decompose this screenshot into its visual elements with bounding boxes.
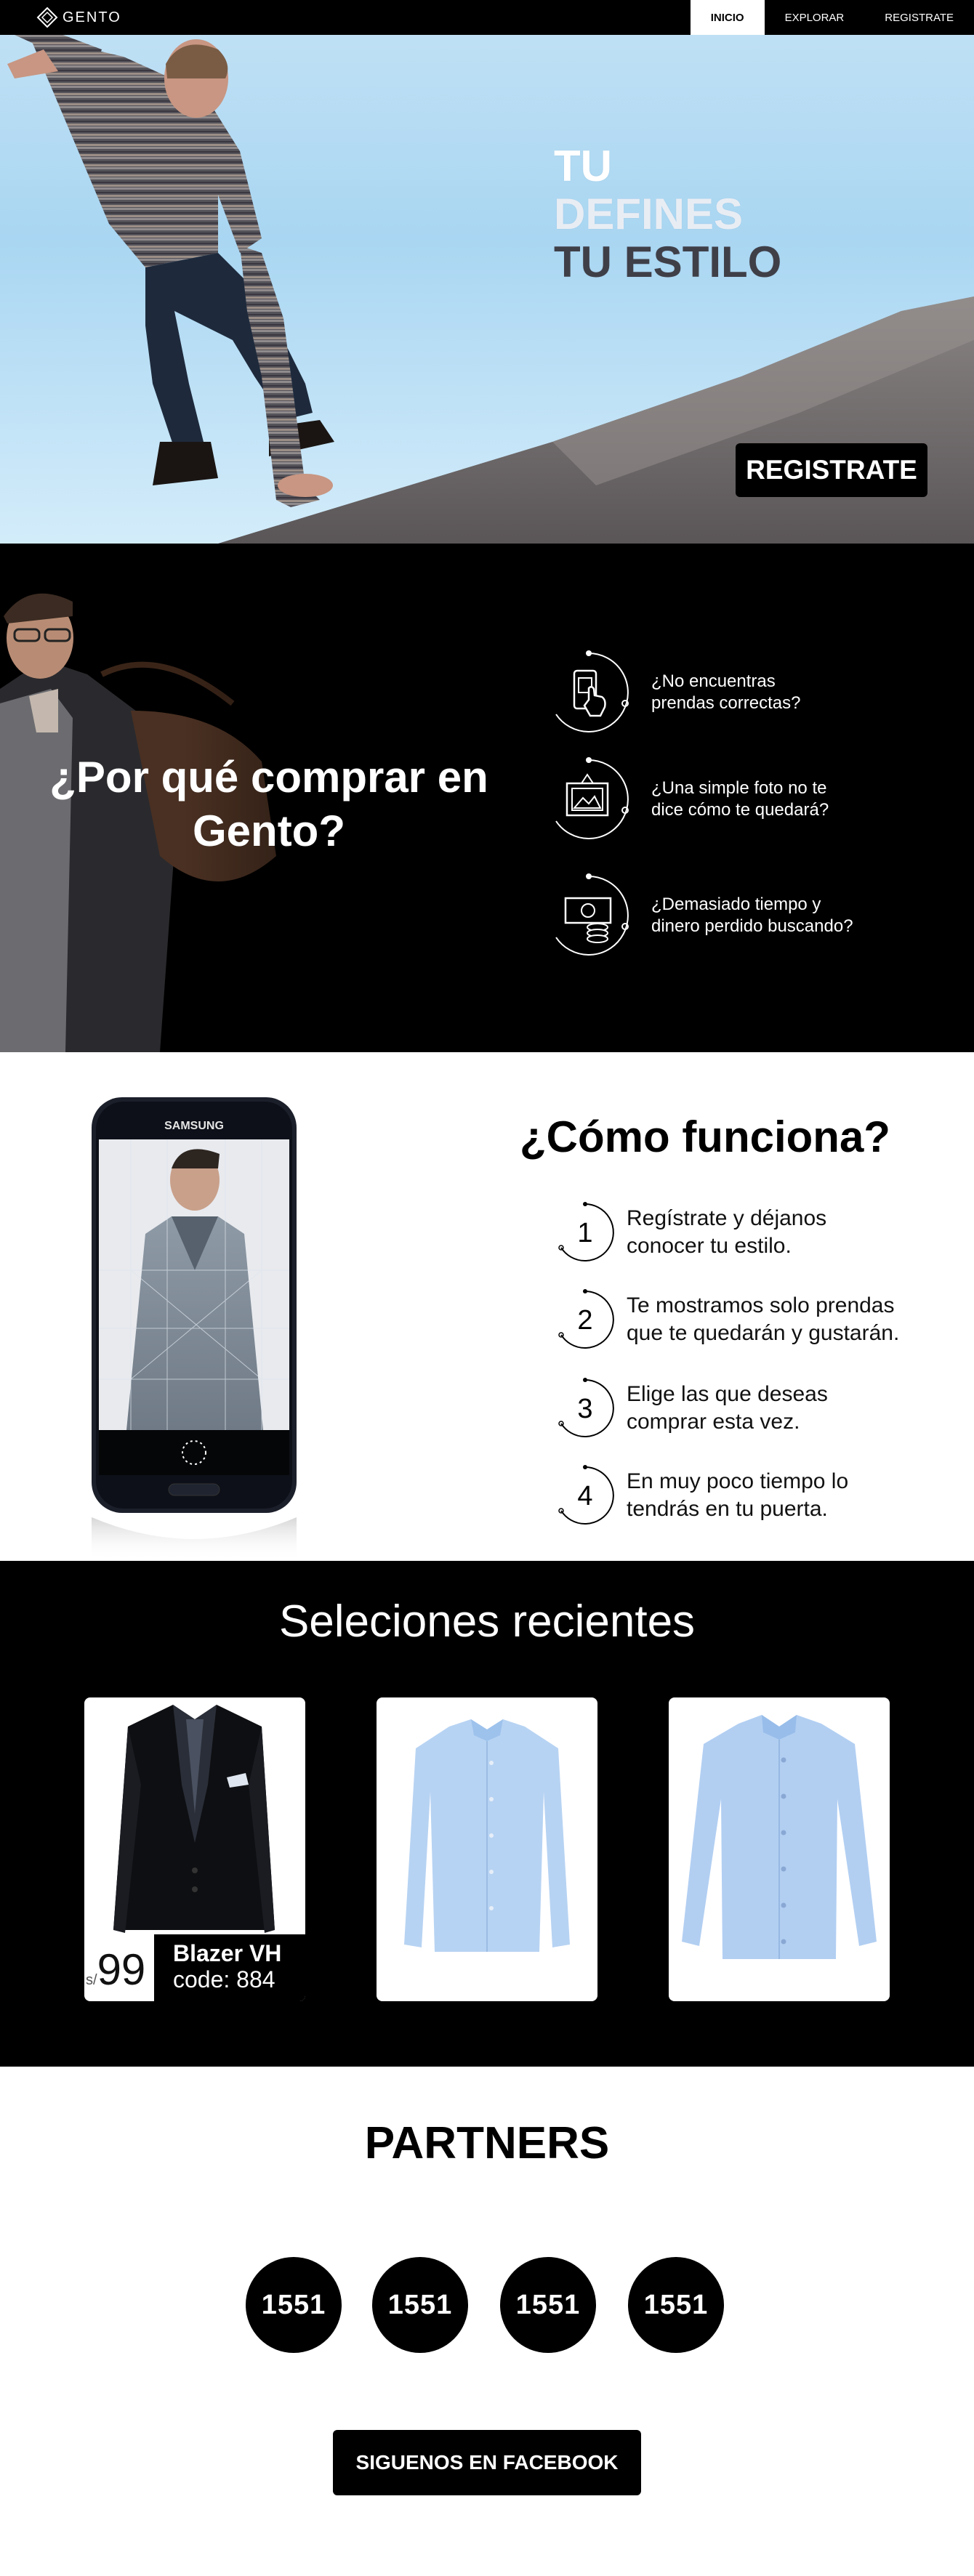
phone-touch-icon <box>555 650 629 732</box>
hero-title-line2: DEFINES <box>554 190 744 238</box>
hero-title-line3: TU ESTILO <box>554 238 782 286</box>
step-2: 2 Te mostramos solo prendas que te queda… <box>554 1283 932 1356</box>
step-number-circle-icon: 4 <box>558 1465 614 1525</box>
why-item-3: ¿Demasiado tiempo y dinero perdido busca… <box>545 872 923 959</box>
light-blue-shirt-image <box>404 1719 570 1952</box>
follow-facebook-button[interactable]: SIGUENOS EN FACEBOOK <box>333 2430 641 2495</box>
nav-menu: INICIO EXPLORAR REGISTRATE <box>690 0 974 35</box>
step-4-number: 4 <box>577 1481 592 1511</box>
step-4: 4 En muy poco tiempo lo tendrás en tu pu… <box>554 1459 932 1532</box>
why-title: ¿Por qué comprar en Gento? <box>49 753 488 855</box>
step-3-text: Elige las que deseas comprar esta vez. <box>627 1382 828 1434</box>
price-value: 99 <box>97 1945 146 1994</box>
nav-item-explorar[interactable]: EXPLORAR <box>765 0 865 35</box>
step-1: 1 Regístrate y déjanos conocer tu estilo… <box>554 1196 932 1269</box>
step-4-text: En muy poco tiempo lo tendrás en tu puer… <box>627 1469 849 1521</box>
step-2-text: Te mostramos solo prendas que te quedará… <box>627 1293 900 1345</box>
product-card-2[interactable] <box>377 1697 597 2001</box>
picture-frame-icon <box>555 757 629 839</box>
why-section: ¿Por qué comprar en Gento? ¿No encuentra… <box>0 544 974 1052</box>
partners-title: PARTNERS <box>364 2118 610 2168</box>
money-icon <box>555 873 629 956</box>
nav-item-inicio[interactable]: INICIO <box>690 0 765 35</box>
recent-title: Seleciones recientes <box>278 1596 696 1647</box>
partner-logo-2[interactable]: 1551 <box>372 2257 468 2353</box>
hero-title: TU DEFINES TU ESTILO <box>554 142 845 286</box>
step-number-circle-icon: 1 <box>558 1202 614 1261</box>
how-it-works-section: SAMSUNG ¿Cómo funciona? 1 Regístrate y d… <box>0 1052 974 1561</box>
fitted-light-blue-shirt-image <box>682 1715 877 1959</box>
partners-section: PARTNERS 1551 1551 1551 1551 SIGUENOS EN… <box>0 2067 974 2576</box>
product-card-3[interactable] <box>669 1697 890 2001</box>
step-number-circle-icon: 3 <box>558 1378 614 1437</box>
partner-logo-4[interactable]: 1551 <box>628 2257 724 2353</box>
hero-section: TU DEFINES TU ESTILO REGISTRATE <box>0 35 974 544</box>
why-item-1-text: ¿No encuentras prendas correctas? <box>651 671 801 713</box>
nav-item-registrate[interactable]: REGISTRATE <box>864 0 974 35</box>
smartphone-image: SAMSUNG <box>92 1097 297 1561</box>
product-1-code: code: 884 <box>173 1966 275 1992</box>
price-currency: s/ <box>86 1972 97 1988</box>
product-1-name: Blazer VH <box>173 1940 282 1966</box>
diamond-logo-icon <box>36 7 58 28</box>
why-item-2: ¿Una simple foto no te dice cómo te qued… <box>545 756 923 843</box>
why-item-1: ¿No encuentras prendas correctas? <box>545 649 923 736</box>
step-3: 3 Elige las que deseas comprar esta vez. <box>554 1372 932 1445</box>
hero-title-line1: TU <box>554 142 612 190</box>
product-1-price: s/ 99 <box>86 1945 145 1995</box>
partner-logo-1[interactable]: 1551 <box>246 2257 342 2353</box>
step-3-number: 3 <box>577 1394 592 1424</box>
step-2-number: 2 <box>577 1305 592 1336</box>
product-1-info: Blazer VH code: 884 <box>154 1934 305 2001</box>
product-card-1[interactable]: s/ 99 Blazer VH code: 884 <box>84 1697 305 2001</box>
brand-name: GENTO <box>63 9 121 25</box>
phone-brand-text: SAMSUNG <box>164 1120 224 1132</box>
brand-logo[interactable]: GENTO <box>36 6 121 29</box>
how-title: ¿Cómo funciona? <box>520 1113 890 1161</box>
partner-logo-3[interactable]: 1551 <box>500 2257 596 2353</box>
register-button[interactable]: REGISTRATE <box>736 443 927 497</box>
recent-selections-section: Seleciones recientes s/ 99 Blazer VH cod… <box>0 1561 974 2067</box>
step-number-circle-icon: 2 <box>558 1289 614 1349</box>
step-1-number: 1 <box>577 1218 592 1248</box>
step-1-text: Regístrate y déjanos conocer tu estilo. <box>627 1206 827 1258</box>
top-navbar: GENTO INICIO EXPLORAR REGISTRATE <box>0 0 974 35</box>
why-item-2-text: ¿Una simple foto no te dice cómo te qued… <box>651 778 829 820</box>
why-item-3-text: ¿Demasiado tiempo y dinero perdido busca… <box>651 895 853 936</box>
